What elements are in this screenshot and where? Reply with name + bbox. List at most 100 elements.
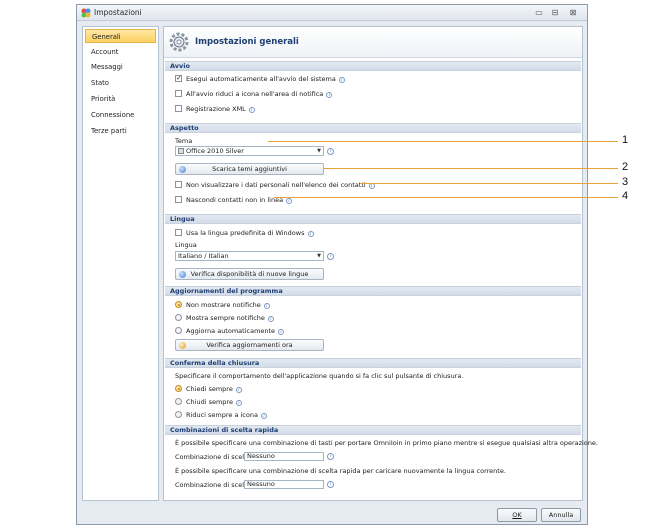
radio-row[interactable]: Mostra sempre notifiche i xyxy=(175,313,274,323)
shortcut-label-2: Combinazione di scelta xyxy=(175,481,251,489)
tema-label: Tema xyxy=(175,137,193,145)
radio-row[interactable]: Non mostrare notifiche i xyxy=(175,300,270,310)
checkbox[interactable] xyxy=(175,73,182,83)
info-icon[interactable]: i xyxy=(286,198,293,204)
panel-header: Impostazioni generali xyxy=(164,27,582,58)
button-label: Scarica temi aggiuntivi xyxy=(212,165,287,173)
section-header-chiusura: Conferma della chiusura xyxy=(165,358,581,368)
checkbox[interactable] xyxy=(175,196,182,203)
app-icon xyxy=(81,8,91,18)
section-header-avvio: Avvio xyxy=(165,61,581,71)
shortcut-input-2[interactable]: Nessuno xyxy=(244,480,324,489)
checkbox[interactable] xyxy=(175,105,182,112)
radio-label: Aggiorna automaticamente xyxy=(186,327,276,335)
radio-button[interactable] xyxy=(175,314,182,321)
tema-select[interactable]: Office 2010 Silver ▼ xyxy=(175,146,324,156)
settings-panel: Impostazioni generali Avvio Esegui autom… xyxy=(163,26,598,501)
sidebar-item-account[interactable]: Account xyxy=(85,45,156,59)
checkbox-row[interactable]: Usa la lingua predefinita di Windows i xyxy=(175,228,314,238)
radio-label: Mostra sempre notifiche xyxy=(186,314,265,322)
check-languages-button[interactable]: Verifica disponibilità di nuove lingue xyxy=(175,268,324,280)
info-icon[interactable]: i xyxy=(267,316,274,322)
radio-label: Chiudi sempre xyxy=(186,398,233,406)
radio-row[interactable]: Riduci sempre a icona i xyxy=(175,410,267,420)
palette-icon xyxy=(178,148,184,154)
radio-row[interactable]: Chiudi sempre i xyxy=(175,397,242,407)
checkbox[interactable] xyxy=(175,90,182,97)
info-icon[interactable]: i xyxy=(307,231,314,237)
globe-icon xyxy=(179,166,186,173)
callout-number-2: 2 xyxy=(622,161,629,173)
close-button[interactable]: ⊠ xyxy=(567,7,579,18)
radio-button[interactable] xyxy=(175,301,182,308)
radio-label: Non mostrare notifiche xyxy=(186,301,261,309)
checkbox-row[interactable]: Esegui automaticamente all'avvio del sis… xyxy=(175,73,345,84)
sidebar-item-messaggi[interactable]: Messaggi xyxy=(85,60,156,74)
info-icon[interactable]: i xyxy=(235,400,242,406)
info-icon[interactable]: i xyxy=(248,107,255,113)
info-icon[interactable]: i xyxy=(327,148,334,155)
shortcut-input-1[interactable]: Nessuno xyxy=(244,452,324,461)
checkbox-row[interactable]: Non visualizzare i dati personali nell'e… xyxy=(175,180,375,190)
section-header-aspetto: Aspetto xyxy=(165,123,581,133)
callout-number-1: 1 xyxy=(622,134,629,146)
callout-line-3 xyxy=(360,183,618,184)
chiusura-description: Specificare il comportamento dell'applic… xyxy=(175,372,464,380)
radio-button[interactable] xyxy=(175,385,182,392)
chevron-down-icon[interactable]: ▼ xyxy=(317,252,321,260)
lingua-label: Lingua xyxy=(175,241,197,249)
tema-value: Office 2010 Silver xyxy=(186,147,244,155)
sidebar-item-stato[interactable]: Stato xyxy=(85,76,156,90)
info-icon[interactable]: i xyxy=(338,77,345,83)
maximize-button[interactable]: ⊟ xyxy=(549,7,561,18)
radio-button[interactable] xyxy=(175,398,182,405)
button-label: Verifica aggiornamenti ora xyxy=(206,341,293,349)
radio-label: Chiedi sempre xyxy=(186,385,233,393)
checkbox-row[interactable]: All'avvio riduci a icona nell'area di no… xyxy=(175,89,333,99)
check-updates-button[interactable]: Verifica aggiornamenti ora xyxy=(175,339,324,351)
section-header-lingua: Lingua xyxy=(165,214,581,224)
info-icon[interactable]: i xyxy=(260,413,267,419)
radio-label: Riduci sempre a icona xyxy=(186,411,258,419)
shortcut-description-1: È possibile specificare una combinazione… xyxy=(175,439,599,447)
shortcut-label-1: Combinazione di scelta xyxy=(175,453,251,461)
checkbox-row[interactable]: Registrazione XML i xyxy=(175,104,255,114)
gear-icon xyxy=(169,32,189,52)
info-icon[interactable]: i xyxy=(263,303,270,309)
callout-number-3: 3 xyxy=(622,176,629,188)
checkbox[interactable] xyxy=(175,229,182,236)
radio-button[interactable] xyxy=(175,411,182,418)
update-icon xyxy=(179,342,186,349)
checkbox[interactable] xyxy=(175,181,182,188)
checkbox-label: Non visualizzare i dati personali nell'e… xyxy=(186,181,366,189)
page-title: Impostazioni generali xyxy=(195,37,299,47)
lingua-value: Italiano / Italian xyxy=(178,252,229,260)
sidebar-item-connessione[interactable]: Connessione xyxy=(85,108,156,122)
checkbox-label: Nascondi contatti non in linea xyxy=(186,196,284,204)
checkbox-label: Registrazione XML xyxy=(186,105,246,113)
info-icon[interactable]: i xyxy=(327,453,334,460)
restore-button[interactable]: ▭ xyxy=(533,7,545,18)
info-icon[interactable]: i xyxy=(327,481,334,488)
cancel-button[interactable]: Annulla xyxy=(541,508,581,522)
radio-button[interactable] xyxy=(175,327,182,334)
checkbox-label: All'avvio riduci a icona nell'area di no… xyxy=(186,90,324,98)
radio-row[interactable]: Aggiorna automaticamente i xyxy=(175,326,285,336)
chevron-down-icon[interactable]: ▼ xyxy=(317,147,321,155)
callout-line-4 xyxy=(274,197,618,198)
info-icon[interactable]: i xyxy=(278,329,285,335)
lingua-select[interactable]: Italiano / Italian ▼ xyxy=(175,251,324,261)
sidebar-item-generali[interactable]: Generali xyxy=(85,29,156,43)
section-header-scelta-rapida: Combinazioni di scelta rapida xyxy=(165,425,581,435)
checkbox-label: Usa la lingua predefinita di Windows xyxy=(186,229,305,237)
info-icon[interactable]: i xyxy=(327,253,334,260)
sidebar-item-terze-parti[interactable]: Terze parti xyxy=(85,124,156,138)
sidebar-item-priorita[interactable]: Priorità xyxy=(85,92,156,106)
download-themes-button[interactable]: Scarica temi aggiuntivi xyxy=(175,163,324,175)
ok-button[interactable]: OK xyxy=(497,508,537,522)
globe-icon xyxy=(179,271,186,278)
radio-row[interactable]: Chiedi sempre i xyxy=(175,384,242,394)
info-icon[interactable]: i xyxy=(235,387,242,393)
title-bar: Impostazioni ▭ ⊟ ⊠ xyxy=(77,5,587,21)
info-icon[interactable]: i xyxy=(326,92,333,98)
